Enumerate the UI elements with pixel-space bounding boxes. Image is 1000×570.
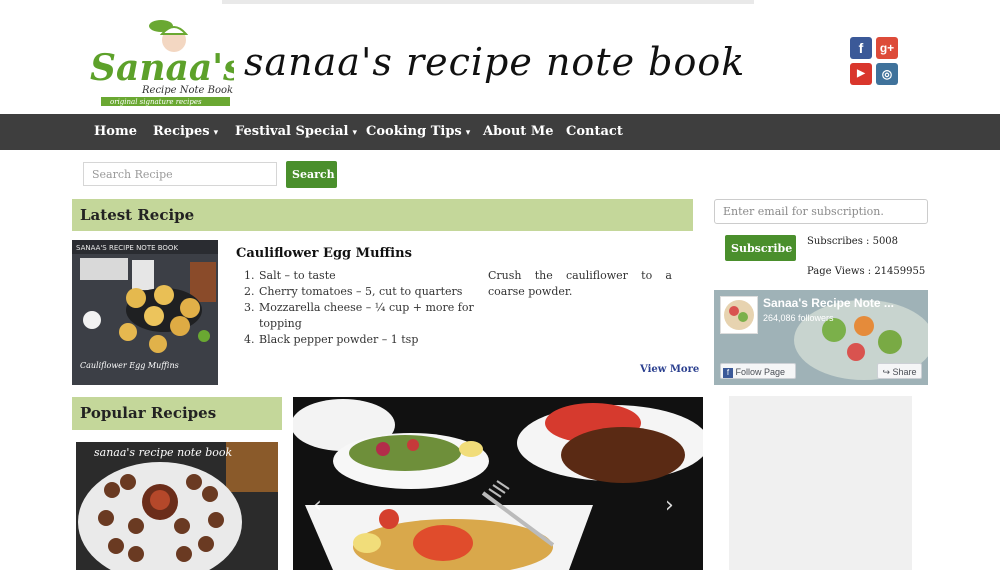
- fb-page-name[interactable]: Sanaa's Recipe Note ...: [763, 296, 894, 310]
- recipe-method: Crush the cauliflower to a coarse powder…: [488, 269, 672, 298]
- main-navigation: Home Recipes ▾ Festival Special ▾ Cooking …: [0, 114, 1000, 150]
- fb-follow-label: Follow Page: [735, 367, 786, 377]
- nav-cooking-tips-label: Cooking Tips: [366, 124, 462, 139]
- recipe-title[interactable]: Cauliflower Egg Muffins: [236, 246, 412, 261]
- svg-text:Cauliflower Egg Muffins: Cauliflower Egg Muffins: [80, 361, 179, 370]
- ingredient-item: Black pepper powder – 1 tsp: [258, 332, 486, 348]
- email-subscription-input[interactable]: [714, 199, 928, 224]
- svg-text:Recipe Note Book: Recipe Note Book: [141, 85, 233, 96]
- fb-follow-button[interactable]: f Follow Page: [720, 363, 796, 379]
- nav-recipes[interactable]: Recipes ▾: [153, 114, 218, 150]
- svg-text:Sanaa's: Sanaa's: [90, 47, 234, 89]
- nav-festival-special[interactable]: Festival Special ▾: [235, 114, 357, 150]
- share-icon: ↪: [882, 367, 890, 377]
- facebook-icon: f: [723, 367, 733, 378]
- ingredient-item: Cherry tomatoes – 5, cut to quarters: [258, 284, 486, 300]
- chevron-down-icon: ▾: [213, 128, 219, 138]
- page-views-count: Page Views : 21459955: [807, 266, 926, 277]
- chevron-down-icon: ▾: [465, 128, 471, 138]
- nav-contact[interactable]: Contact: [566, 114, 623, 150]
- search-input[interactable]: [83, 162, 277, 186]
- latest-recipe-image[interactable]: SANAA'S RECIPE NOTE BOOK Cauliflower Egg…: [72, 240, 218, 385]
- featured-slider[interactable]: ‹ ›: [293, 397, 703, 570]
- svg-text:SANAA'S RECIPE NOTE BOOK: SANAA'S RECIPE NOTE BOOK: [76, 244, 178, 252]
- fb-share-label: Share: [892, 367, 917, 377]
- ad-placeholder: [729, 396, 912, 570]
- chevron-down-icon: ▾: [352, 128, 357, 138]
- nav-home[interactable]: Home: [94, 114, 137, 150]
- facebook-page-widget[interactable]: Sanaa's Recipe Note ... 264,086 follower…: [714, 290, 928, 385]
- instagram-icon[interactable]: ◎: [876, 63, 898, 85]
- ingredient-item: Mozzarella cheese – ¼ cup + more for top…: [258, 300, 486, 332]
- nav-festival-label: Festival Special: [235, 124, 349, 139]
- nav-contact-label: Contact: [566, 124, 623, 139]
- google-plus-icon[interactable]: g+: [876, 37, 898, 59]
- search-button[interactable]: Search: [286, 161, 337, 188]
- youtube-icon[interactable]: ▶: [850, 63, 872, 85]
- subscribe-button[interactable]: Subscribe: [725, 235, 796, 261]
- slider-prev-icon[interactable]: ‹: [313, 493, 322, 518]
- popular-recipes-heading: Popular Recipes: [72, 397, 282, 430]
- facebook-icon[interactable]: f: [850, 37, 872, 59]
- top-strip: [222, 0, 754, 4]
- nav-recipes-label: Recipes: [153, 124, 210, 139]
- subscriber-count: Subscribes : 5008: [807, 236, 899, 247]
- popular-recipe-image[interactable]: sanaa's recipe note book: [76, 442, 278, 570]
- fb-page-avatar[interactable]: [720, 296, 758, 334]
- fb-followers: 264,086 followers: [763, 313, 834, 323]
- slider-next-icon[interactable]: ›: [665, 493, 674, 518]
- ingredients-list: Salt – to taste Cherry tomatoes – 5, cut…: [236, 268, 486, 348]
- fb-share-button[interactable]: ↪ Share: [877, 363, 922, 379]
- site-logo[interactable]: Sanaa's Recipe Note Book original signat…: [88, 18, 243, 108]
- svg-text:sanaa's recipe note book: sanaa's recipe note book: [94, 446, 232, 459]
- nav-about-me[interactable]: About Me: [483, 114, 554, 150]
- nav-home-label: Home: [94, 124, 137, 139]
- latest-recipe-heading: Latest Recipe: [72, 199, 693, 231]
- svg-text:original signature recipes: original signature recipes: [110, 98, 202, 106]
- ingredient-item: Salt – to taste: [258, 268, 486, 284]
- site-title: sanaa's recipe note book: [244, 40, 746, 84]
- nav-about-label: About Me: [483, 124, 554, 139]
- nav-cooking-tips[interactable]: Cooking Tips ▾: [366, 114, 470, 150]
- view-more-link[interactable]: View More: [640, 364, 699, 375]
